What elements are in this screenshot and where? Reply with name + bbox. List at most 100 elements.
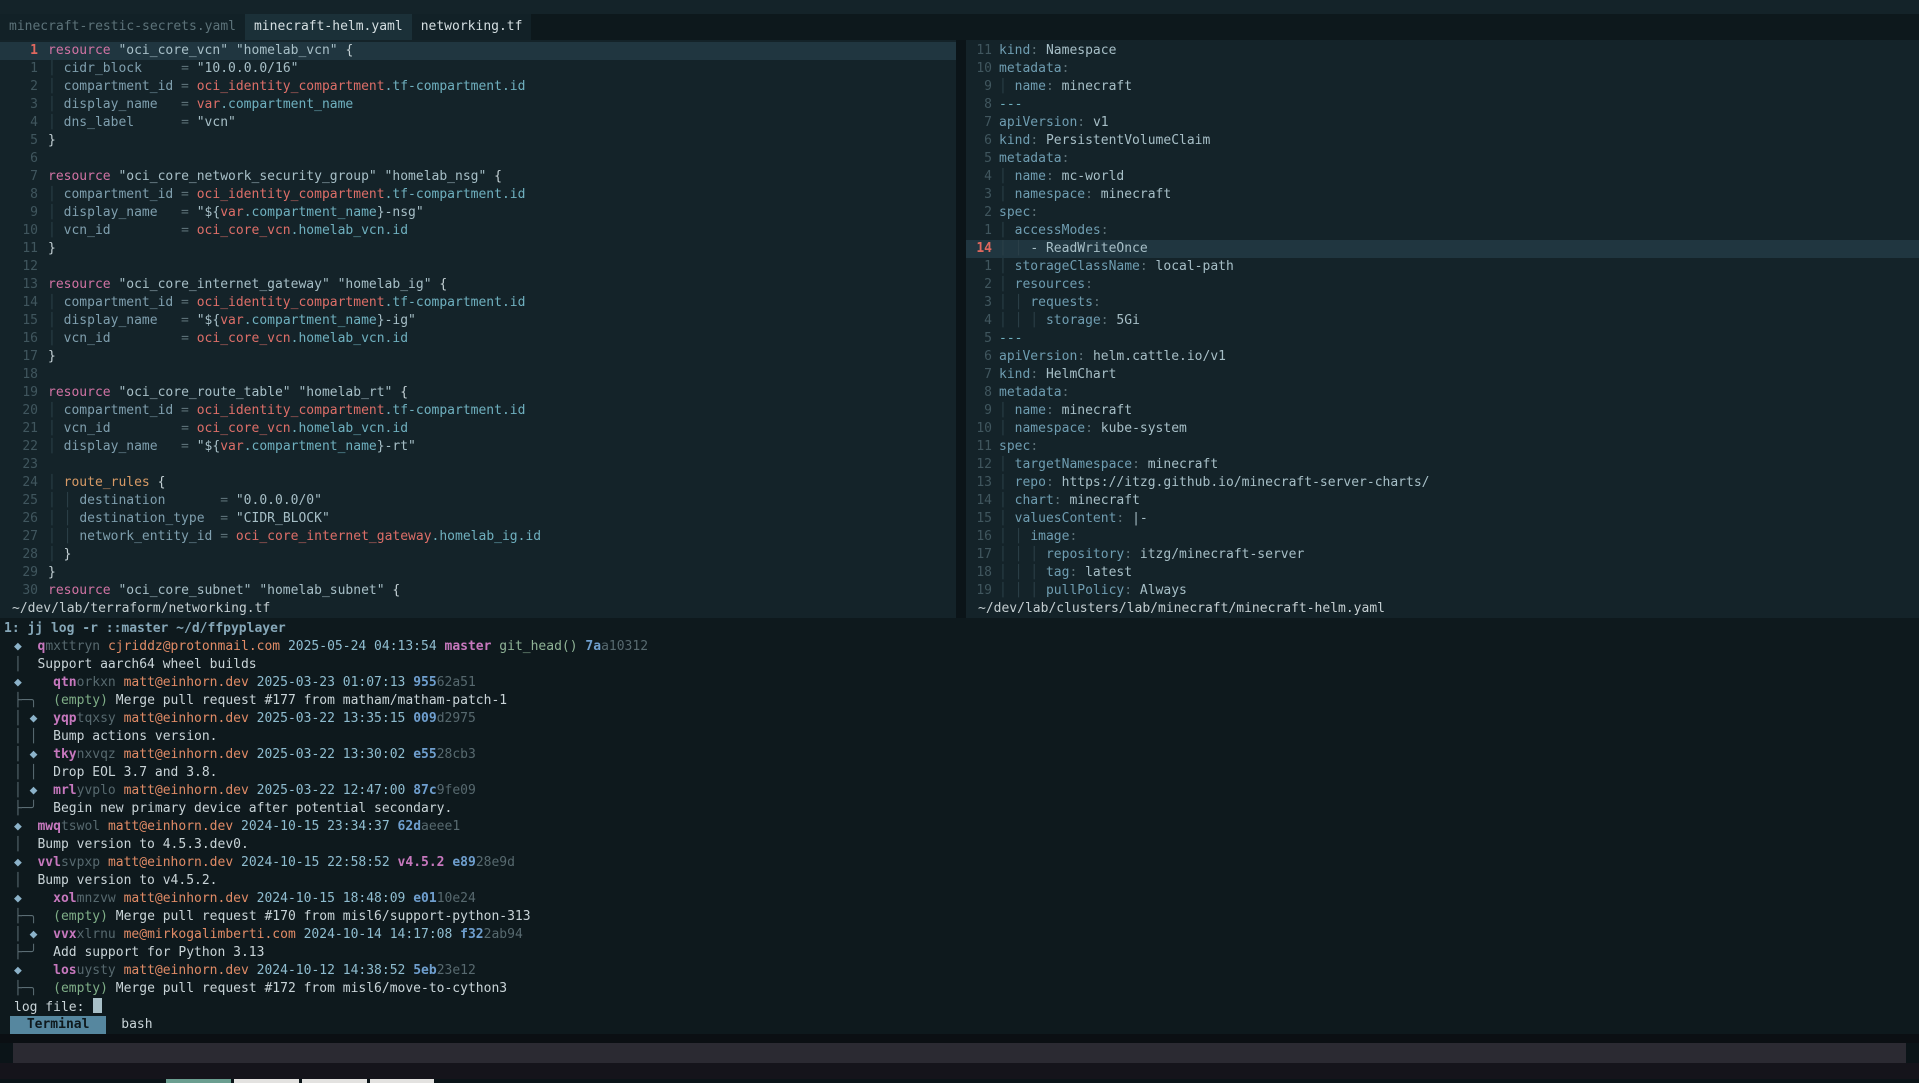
code-line[interactable]: 29} — [0, 564, 956, 582]
code-line[interactable]: 1│ accessModes: — [966, 222, 1919, 240]
code-segment: │ — [14, 873, 22, 888]
code-text: │ vcn_id = oci_core_vcn.homelab_vcn.id — [48, 223, 408, 238]
code-line[interactable]: 12 — [0, 258, 956, 276]
code-line[interactable]: 2spec: — [966, 204, 1919, 222]
code-line[interactable]: 13resource "oci_core_internet_gateway" "… — [0, 276, 956, 294]
buffer-tab[interactable]: minecraft-helm.yaml — [245, 14, 412, 40]
code-line[interactable]: 11kind: Namespace — [966, 42, 1919, 60]
log-line: │ Bump version to v4.5.2. — [0, 872, 1919, 890]
code-segment: │ — [14, 747, 30, 762]
code-line[interactable]: 16│ │ image: — [966, 528, 1919, 546]
code-line[interactable]: 28│ } — [0, 546, 956, 564]
line-number: 23 — [10, 456, 38, 474]
code-line[interactable]: 10│ namespace: kube-system — [966, 420, 1919, 438]
log-file-prompt[interactable]: log file: — [0, 998, 1919, 1016]
code-segment — [37, 927, 53, 942]
code-line-cursor[interactable]: 1resource "oci_core_vcn" "homelab_vcn" { — [0, 42, 956, 60]
code-line[interactable]: 16│ vcn_id = oci_core_vcn.homelab_vcn.id — [0, 330, 956, 348]
code-segment: : — [1085, 421, 1101, 436]
code-line[interactable]: 4│ name: mc-world — [966, 168, 1919, 186]
code-line[interactable]: 1│ cidr_block = "10.0.0.0/16" — [0, 60, 956, 78]
code-line[interactable]: 11spec: — [966, 438, 1919, 456]
log-line: ◆ mwqtswol matt@einhorn.dev 2024-10-15 2… — [0, 818, 1919, 836]
code-line[interactable]: 5metadata: — [966, 150, 1919, 168]
code-line[interactable]: 18│ │ │ tag: latest — [966, 564, 1919, 582]
code-segment: : — [1085, 187, 1101, 202]
code-segment: 62d — [398, 819, 421, 834]
code-line[interactable]: 25│ │ destination = "0.0.0.0/0" — [0, 492, 956, 510]
code-line[interactable]: 10metadata: — [966, 60, 1919, 78]
buffer-tab[interactable]: minecraft-restic-secrets.yaml — [0, 14, 245, 40]
code-line[interactable]: 9│ name: minecraft — [966, 78, 1919, 96]
code-line[interactable]: 3│ │ requests: — [966, 294, 1919, 312]
code-line[interactable]: 11} — [0, 240, 956, 258]
code-line[interactable]: 19│ │ │ pullPolicy: Always — [966, 582, 1919, 600]
code-line[interactable]: 18 — [0, 366, 956, 384]
code-segment — [100, 855, 108, 870]
code-segment: "${ — [197, 205, 220, 220]
code-segment: svpxp — [61, 855, 100, 870]
code-line[interactable]: 6 — [0, 150, 956, 168]
code-segment: Begin new primary device after potential… — [53, 801, 452, 816]
terminal-tab[interactable]: Terminal — [10, 1016, 106, 1034]
code-line[interactable]: 14│ compartment_id = oci_identity_compar… — [0, 294, 956, 312]
code-line[interactable]: 6kind: PersistentVolumeClaim — [966, 132, 1919, 150]
code-line[interactable]: 8--- — [966, 96, 1919, 114]
buffer-tab[interactable]: networking.tf — [412, 14, 532, 40]
code-line[interactable]: 22│ display_name = "${var.compartment_na… — [0, 438, 956, 456]
code-segment: │ │ │ — [999, 547, 1046, 562]
code-line[interactable]: 1│ storageClassName: local-path — [966, 258, 1919, 276]
code-segment: "oci_core_vcn" "homelab_vcn" — [111, 43, 346, 58]
code-line[interactable]: 24│ route_rules { — [0, 474, 956, 492]
code-line[interactable]: 15│ display_name = "${var.compartment_na… — [0, 312, 956, 330]
code-segment: storageClassName — [1015, 259, 1140, 274]
code-line[interactable]: 5--- — [966, 330, 1919, 348]
code-segment: v4.5.2 — [398, 855, 445, 870]
code-line[interactable]: 6apiVersion: helm.cattle.io/v1 — [966, 348, 1919, 366]
code-line[interactable]: 23 — [0, 456, 956, 474]
code-segment: .homelab_vcn.id — [291, 421, 408, 436]
code-segment: ├─╯ — [14, 945, 37, 960]
code-line[interactable]: 14│ chart: minecraft — [966, 492, 1919, 510]
code-line[interactable]: 3│ display_name = var.compartment_name — [0, 96, 956, 114]
code-line[interactable]: 4│ dns_label = "vcn" — [0, 114, 956, 132]
code-line[interactable]: 26│ │ destination_type = "CIDR_BLOCK" — [0, 510, 956, 528]
code-line[interactable]: 7resource "oci_core_network_security_gro… — [0, 168, 956, 186]
code-segment — [390, 819, 398, 834]
code-line[interactable]: 20│ compartment_id = oci_identity_compar… — [0, 402, 956, 420]
code-segment: = — [111, 223, 197, 238]
code-line[interactable]: 27│ │ network_entity_id = oci_core_inter… — [0, 528, 956, 546]
log-line: │ ◆ mrlyvplo matt@einhorn.dev 2025-03-22… — [0, 782, 1919, 800]
code-line[interactable]: 4│ │ │ storage: 5Gi — [966, 312, 1919, 330]
code-line[interactable]: 19resource "oci_core_route_table" "homel… — [0, 384, 956, 402]
code-line-cursor[interactable]: 14│ │ - ReadWriteOnce — [966, 240, 1919, 258]
code-segment — [22, 819, 38, 834]
code-line[interactable]: 8metadata: — [966, 384, 1919, 402]
terminal-tab[interactable]: bash — [112, 1016, 161, 1034]
code-line[interactable]: 13│ repo: https://itzg.github.io/minecra… — [966, 474, 1919, 492]
code-line[interactable]: 21│ vcn_id = oci_core_vcn.homelab_vcn.id — [0, 420, 956, 438]
code-line[interactable]: 7apiVersion: v1 — [966, 114, 1919, 132]
code-line[interactable]: 17│ │ │ repository: itzg/minecraft-serve… — [966, 546, 1919, 564]
code-segment: │ — [48, 313, 64, 328]
code-line[interactable]: 17} — [0, 348, 956, 366]
code-line[interactable]: 2│ resources: — [966, 276, 1919, 294]
line-number: 2 — [970, 204, 992, 222]
code-line[interactable]: 5} — [0, 132, 956, 150]
code-segment: orkxn — [77, 675, 116, 690]
code-text: resource "oci_core_route_table" "homelab… — [48, 385, 408, 400]
code-line[interactable]: 7kind: HelmChart — [966, 366, 1919, 384]
code-line[interactable]: 9│ name: minecraft — [966, 402, 1919, 420]
code-line[interactable]: 10│ vcn_id = oci_core_vcn.homelab_vcn.id — [0, 222, 956, 240]
code-line[interactable]: 15│ valuesContent: |- — [966, 510, 1919, 528]
code-segment: │ — [48, 79, 64, 94]
code-line[interactable]: 8│ compartment_id = oci_identity_compart… — [0, 186, 956, 204]
code-segment: mnzvw — [77, 891, 116, 906]
code-line[interactable]: 9│ display_name = "${var.compartment_nam… — [0, 204, 956, 222]
code-line[interactable]: 2│ compartment_id = oci_identity_compart… — [0, 78, 956, 96]
code-line[interactable]: 12│ targetNamespace: minecraft — [966, 456, 1919, 474]
code-line[interactable]: 30resource "oci_core_subnet" "homelab_su… — [0, 582, 956, 600]
code-segment: : — [1062, 385, 1070, 400]
code-text: │ name: minecraft — [999, 403, 1132, 418]
code-line[interactable]: 3│ namespace: minecraft — [966, 186, 1919, 204]
